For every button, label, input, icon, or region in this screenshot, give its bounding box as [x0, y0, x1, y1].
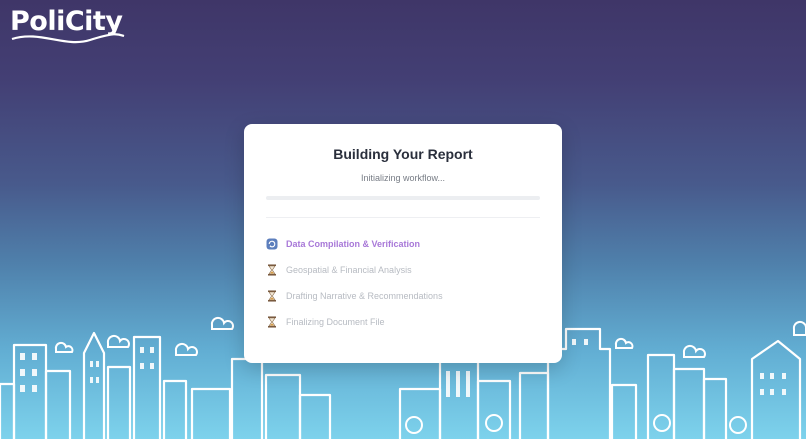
report-title: Building Your Report — [333, 146, 473, 162]
hourglass-icon — [266, 290, 278, 302]
step-data-compilation: Data Compilation & Verification — [266, 236, 546, 252]
logo-swoosh-icon — [11, 33, 125, 44]
step-label: Finalizing Document File — [286, 317, 385, 327]
divider — [266, 217, 540, 218]
step-label: Geospatial & Financial Analysis — [286, 265, 412, 275]
step-label: Data Compilation & Verification — [286, 239, 421, 249]
brand-logo[interactable]: PoliCity — [10, 6, 130, 50]
workflow-status: Initializing workflow... — [360, 173, 446, 183]
progress-bar — [266, 196, 540, 200]
step-label: Drafting Narrative & Recommendations — [286, 291, 443, 301]
step-finalizing-document: Finalizing Document File — [266, 314, 546, 330]
hourglass-icon — [266, 264, 278, 276]
step-geospatial-analysis: Geospatial & Financial Analysis — [266, 262, 546, 278]
report-progress-card: Building Your Report Initializing workfl… — [244, 124, 562, 363]
refresh-icon — [266, 238, 278, 250]
hourglass-icon — [266, 316, 278, 328]
step-drafting-narrative: Drafting Narrative & Recommendations — [266, 288, 546, 304]
